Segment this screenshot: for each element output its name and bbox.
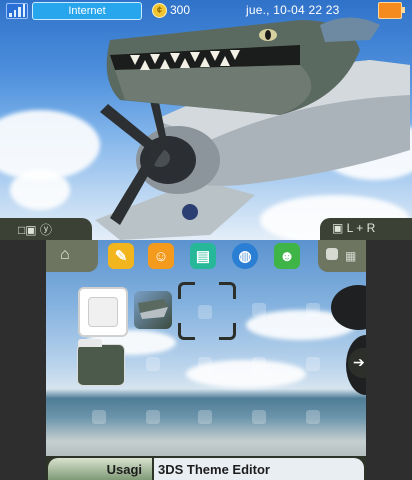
status-bar: Internet ¢ 300 jue., 10-04 22 23 [0, 0, 412, 22]
empty-slot[interactable] [198, 410, 212, 424]
folder-icon[interactable] [77, 339, 125, 386]
camera-y-hint: □▣ ⓨ [0, 218, 92, 240]
user-name-panel: Usagi [48, 458, 152, 480]
pencil-app-icon[interactable]: ✎ [108, 243, 134, 269]
camera-lr-hint: ▣ L + R [320, 218, 412, 240]
bottom-screen: ⌂ ✎ ☺ ▤ ◍ ☻ ▦ ➔ Usagi 3DS Theme Editor [46, 240, 366, 480]
mii-app-icon[interactable]: ☺ [148, 243, 174, 269]
empty-slot[interactable] [198, 305, 212, 319]
camera-lr-hint-label: ▣ L + R [332, 221, 376, 235]
empty-slot[interactable] [252, 410, 266, 424]
arrow-right-icon: ➔ [353, 354, 365, 370]
home-settings-icon: ⌂ [60, 246, 70, 263]
browser-globe-icon[interactable]: ◍ [232, 243, 258, 269]
empty-slot[interactable] [252, 303, 266, 317]
folder-tab [78, 339, 102, 347]
empty-app-slot[interactable] [78, 287, 128, 337]
empty-slot[interactable] [306, 410, 320, 424]
top-screen: Internet ¢ 300 jue., 10-04 22 23 □▣ ⓨ ▣ … [0, 0, 412, 240]
empty-slot[interactable] [306, 303, 320, 317]
messages-app-icon[interactable]: ▤ [190, 243, 216, 269]
bottom-right-frame [366, 240, 412, 480]
bottom-left-frame [0, 240, 46, 480]
signal-strength-icon [6, 3, 28, 19]
empty-slot[interactable] [146, 357, 160, 371]
theme-thumbnail[interactable] [134, 291, 172, 329]
home-settings-tab[interactable]: ⌂ [46, 240, 98, 272]
battery-icon [378, 2, 405, 19]
empty-slot[interactable] [252, 357, 266, 371]
empty-slot[interactable] [306, 357, 320, 371]
empty-slot[interactable] [146, 410, 160, 424]
friends-app-icon[interactable]: ☻ [274, 243, 300, 269]
single-view-icon [326, 248, 338, 260]
camera-y-hint-label: □▣ ⓨ [18, 223, 52, 237]
play-coin-icon: ¢ [152, 3, 167, 18]
empty-slot[interactable] [198, 357, 212, 371]
app-title-panel: 3DS Theme Editor [154, 458, 364, 480]
wallpaper-plane-croc [95, 17, 410, 240]
empty-slot[interactable] [92, 410, 106, 424]
play-coins-count: 300 [170, 3, 191, 17]
connection-status: Internet [32, 2, 142, 20]
user-name: Usagi [106, 462, 142, 477]
app-title: 3DS Theme Editor [158, 462, 270, 477]
app-placeholder-icon [88, 297, 118, 327]
grid-view-icon: ▦ [345, 249, 357, 263]
date-time: jue., 10-04 22 23 [246, 3, 340, 17]
top-menu: ⌂ ✎ ☺ ▤ ◍ ☻ ▦ [46, 240, 366, 272]
layout-toggle-tab[interactable]: ▦ [318, 240, 366, 272]
bottom-info-bar: Usagi 3DS Theme Editor [46, 456, 366, 480]
croc-thumbnail-icon [138, 299, 168, 319]
